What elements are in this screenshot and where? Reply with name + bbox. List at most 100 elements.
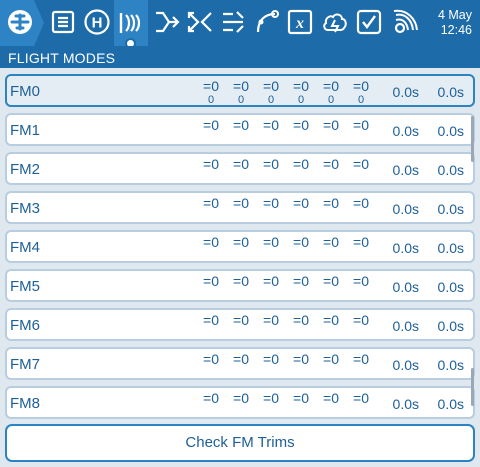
curves-icon[interactable] xyxy=(252,6,282,38)
trim-value: =0 xyxy=(197,234,225,250)
flight-mode-row-fm7[interactable]: FM7 =0 =0 =0 =0 =0 =0 0.0s 0.0s xyxy=(5,347,475,380)
trim-value: =0 xyxy=(347,117,375,133)
trim-value: =0 xyxy=(347,351,375,367)
flight-mode-name: FM3 xyxy=(10,200,40,217)
flight-mode-row-fm4[interactable]: FM4 =0 =0 =0 =0 =0 =0 0.0s 0.0s xyxy=(5,230,475,263)
trim-mode: =0 xyxy=(323,156,339,172)
trim-mode: =0 xyxy=(323,351,339,367)
flight-mode-name: FM8 xyxy=(10,395,40,412)
fade-in-value: 0.0s xyxy=(392,84,419,100)
flight-mode-row-fm2[interactable]: FM2 =0 =0 =0 =0 =0 =0 0.0s 0.0s xyxy=(5,152,475,185)
global-variables-icon[interactable]: x xyxy=(285,6,315,38)
scrollbar-thumb[interactable] xyxy=(471,116,474,162)
trim-value: =0 xyxy=(227,234,255,250)
trim-mode: =0 xyxy=(233,390,249,406)
trim-mode: =0 xyxy=(233,234,249,250)
trim-mode: =0 xyxy=(353,273,369,289)
fade-in-value: 0.0s xyxy=(392,357,419,373)
trim-mode: =0 xyxy=(233,273,249,289)
trim-mode: =0 xyxy=(233,195,249,211)
flight-mode-name: FM6 xyxy=(10,317,40,334)
fade-in-value: 0.0s xyxy=(392,396,419,412)
trim-mode: =0 xyxy=(263,117,279,133)
flight-mode-row-fm0[interactable]: FM0 =0 0 =0 0 =0 0 =0 0 =0 0 =0 0 0.0s 0.0s xyxy=(5,74,475,107)
trim-offset: 0 xyxy=(237,94,245,106)
trim-mode: =0 xyxy=(293,156,309,172)
trim-value: =0 xyxy=(317,273,345,289)
trim-mode: =0 xyxy=(233,78,249,94)
gvar-glyph: x xyxy=(295,15,304,32)
model-settings-icon[interactable] xyxy=(48,6,78,38)
trim-mode: =0 xyxy=(293,78,309,94)
trim-mode: =0 xyxy=(233,351,249,367)
airplane-icon xyxy=(8,10,32,34)
trim-value: =0 xyxy=(227,195,255,211)
trim-value: =0 xyxy=(227,312,255,328)
trim-value: =0 xyxy=(257,156,285,172)
fade-in-value: 0.0s xyxy=(392,240,419,256)
trim-value: =0 xyxy=(227,390,255,406)
trim-mode: =0 xyxy=(203,78,219,94)
trim-mode: =0 xyxy=(233,312,249,328)
trim-value: =0 0 xyxy=(227,78,255,106)
trim-value: =0 xyxy=(287,195,315,211)
fade-out-value: 0.0s xyxy=(437,123,464,139)
fade-out-value: 0.0s xyxy=(437,201,464,217)
logical-switches-icon[interactable] xyxy=(320,6,350,38)
trim-value: =0 xyxy=(287,273,315,289)
outputs-icon[interactable] xyxy=(218,6,248,38)
flight-mode-row-fm8[interactable]: FM8 =0 =0 =0 =0 =0 =0 0.0s 0.0s xyxy=(5,386,475,419)
fade-in-value: 0.0s xyxy=(392,318,419,334)
special-functions-icon[interactable] xyxy=(354,6,384,38)
trim-value: =0 xyxy=(347,390,375,406)
fade-out-value: 0.0s xyxy=(437,279,464,295)
scrollbar-thumb-lower[interactable] xyxy=(471,368,474,406)
check-fm-trims-button[interactable]: Check FM Trims xyxy=(5,424,475,462)
trim-value: =0 xyxy=(227,156,255,172)
flight-mode-name: FM0 xyxy=(10,83,40,100)
trim-mode: =0 xyxy=(353,351,369,367)
mixes-icon[interactable] xyxy=(185,6,215,38)
flight-mode-row-fm1[interactable]: FM1 =0 =0 =0 =0 =0 =0 0.0s 0.0s xyxy=(5,113,475,146)
trim-mode: =0 xyxy=(293,312,309,328)
heli-setup-icon[interactable]: H xyxy=(82,6,112,38)
trim-value: =0 xyxy=(347,156,375,172)
trim-mode: =0 xyxy=(293,117,309,133)
flight-mode-row-fm3[interactable]: FM3 =0 =0 =0 =0 =0 =0 0.0s 0.0s xyxy=(5,191,475,224)
trim-value: =0 xyxy=(257,312,285,328)
trim-mode: =0 xyxy=(203,234,219,250)
trim-value: =0 xyxy=(347,273,375,289)
trim-value: =0 xyxy=(347,312,375,328)
flight-mode-name: FM4 xyxy=(10,239,40,256)
trim-mode: =0 xyxy=(233,156,249,172)
trim-value: =0 xyxy=(197,195,225,211)
trim-mode: =0 xyxy=(323,312,339,328)
trim-value: =0 xyxy=(287,156,315,172)
trim-value: =0 xyxy=(197,390,225,406)
trim-mode: =0 xyxy=(323,78,339,94)
flight-mode-row-fm5[interactable]: FM5 =0 =0 =0 =0 =0 =0 0.0s 0.0s xyxy=(5,269,475,302)
inputs-icon[interactable] xyxy=(152,6,182,38)
trim-value: =0 xyxy=(257,273,285,289)
trim-mode: =0 xyxy=(263,156,279,172)
home-button[interactable] xyxy=(0,0,44,46)
trim-mode: =0 xyxy=(203,390,219,406)
trim-offset: 0 xyxy=(207,94,215,106)
trim-mode: =0 xyxy=(293,195,309,211)
trim-value: =0 xyxy=(317,156,345,172)
trim-value: =0 xyxy=(287,390,315,406)
trim-mode: =0 xyxy=(263,390,279,406)
trim-mode: =0 xyxy=(353,78,369,94)
trim-value: =0 xyxy=(227,351,255,367)
trim-mode: =0 xyxy=(323,195,339,211)
trim-mode: =0 xyxy=(203,195,219,211)
trim-value: =0 xyxy=(227,117,255,133)
trim-value: =0 xyxy=(197,312,225,328)
telemetry-icon[interactable] xyxy=(389,6,419,38)
flight-mode-row-fm6[interactable]: FM6 =0 =0 =0 =0 =0 =0 0.0s 0.0s xyxy=(5,308,475,341)
trim-mode: =0 xyxy=(203,117,219,133)
trim-value: =0 xyxy=(317,195,345,211)
trim-mode: =0 xyxy=(293,390,309,406)
trim-value: =0 xyxy=(317,234,345,250)
flight-mode-name: FM7 xyxy=(10,356,40,373)
